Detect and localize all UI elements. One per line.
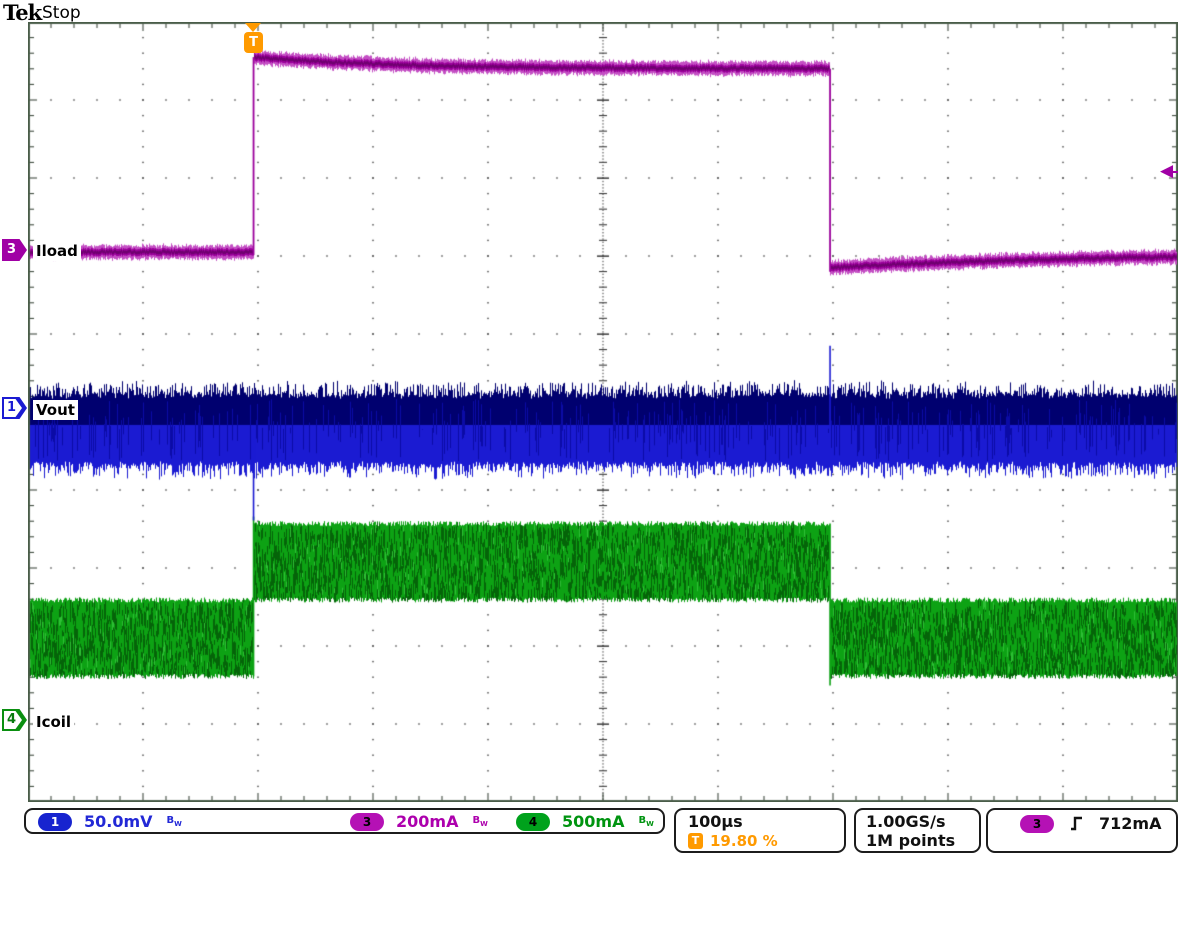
record-length: 1M points	[866, 831, 955, 850]
trace-label-iload: Iload	[33, 241, 81, 261]
trigger-position-arrow-icon	[245, 23, 261, 32]
trigger-position-readout: T 19.80 %	[688, 832, 778, 850]
ch3-badge: 3	[350, 813, 384, 831]
ch1-scale: 50.0mV	[84, 812, 153, 831]
trigger-t-icon: T	[688, 833, 703, 849]
waveform-canvas	[28, 22, 1178, 802]
trigger-flag-icon: T	[244, 32, 263, 53]
ch4-badge: 4	[516, 813, 550, 831]
trigger-level-arrow-tail	[1170, 171, 1178, 173]
ch3-position-marker: 3	[2, 239, 27, 261]
ch1-bandwidth-limit-icon: BW	[167, 815, 182, 828]
trace-label-vout: Vout	[33, 400, 78, 420]
acquisition-readout-box: 1.00GS/s 1M points	[854, 808, 981, 853]
ch4-readout: 4 500mA BW	[516, 812, 654, 831]
waveform-display	[28, 22, 1178, 802]
acquisition-status: Stop	[42, 3, 81, 23]
trace-label-icoil: Icoil	[33, 712, 74, 732]
ch1-readout: 1 50.0mV BW	[38, 812, 182, 831]
trigger-position-percent: 19.80 %	[710, 832, 778, 850]
oscilloscope-screen: Tek Stop 3 1 4 Iload Vout Icoil T ◀ 1 50…	[0, 0, 1183, 926]
timebase-readout-box: 100µs T 19.80 %	[674, 808, 846, 853]
ch1-position-marker: 1	[2, 397, 27, 419]
ch3-scale: 200mA	[396, 812, 458, 831]
ch3-bandwidth-limit-icon: BW	[472, 815, 487, 828]
channel-readouts-box: 1 50.0mV BW 3 200mA BW 4 500mA BW	[24, 808, 665, 834]
ch4-bandwidth-limit-icon: BW	[638, 815, 653, 828]
trigger-readout-box: 3 712mA	[986, 808, 1178, 853]
rising-edge-icon	[1070, 815, 1083, 832]
ch3-readout: 3 200mA BW	[350, 812, 488, 831]
ch4-position-marker: 4	[2, 709, 27, 731]
trigger-source-badge: 3	[1020, 815, 1054, 833]
trigger-level: 712mA	[1099, 814, 1161, 833]
timebase-scale: 100µs	[688, 812, 743, 831]
ch4-scale: 500mA	[562, 812, 624, 831]
ch1-badge: 1	[38, 813, 72, 831]
sample-rate: 1.00GS/s	[866, 812, 946, 831]
